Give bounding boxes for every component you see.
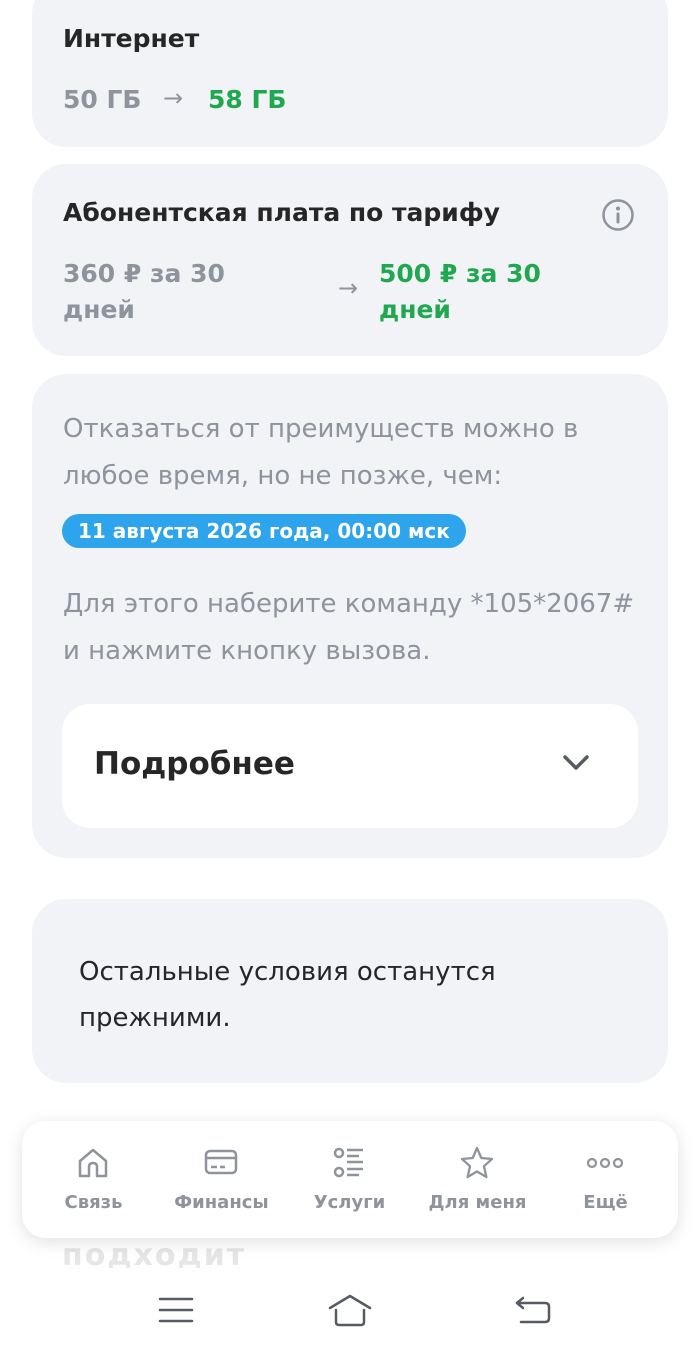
instruction-line1: Для этого наберите команду *105*2067# xyxy=(63,589,635,619)
other-conditions-line2: прежними. xyxy=(79,1003,231,1033)
fee-old-line1: 360 ₽ за 30 xyxy=(63,259,225,288)
fee-arrow-icon: → xyxy=(338,274,359,302)
fee-old-value: 360 ₽ за 30 дней xyxy=(63,256,225,328)
cancel-conditions-card: Отказаться от преимуществ можно в любое … xyxy=(32,374,668,858)
instruction-line2: и нажмите кнопку вызова. xyxy=(63,636,431,666)
star-icon xyxy=(460,1146,494,1179)
tab-label: Финансы xyxy=(174,1192,269,1213)
tab-label: Услуги xyxy=(313,1192,386,1213)
tab-eshche[interactable]: Ещё xyxy=(543,1121,668,1238)
tab-label: Ещё xyxy=(583,1192,628,1213)
internet-arrow-icon: → xyxy=(163,84,184,112)
system-navigation-bar xyxy=(0,1268,700,1350)
card-icon xyxy=(204,1149,238,1175)
cancel-line1: Отказаться от преимуществ можно в xyxy=(63,414,579,444)
fee-new-line1: 500 ₽ за 30 xyxy=(379,259,541,288)
cancel-description: Отказаться от преимуществ можно в любое … xyxy=(63,406,648,500)
other-conditions-text: Остальные условия останутся прежними. xyxy=(79,949,599,1041)
deadline-badge: 11 августа 2026 года, 00:00 мск xyxy=(62,514,466,548)
tab-uslugi[interactable]: Услуги xyxy=(287,1121,412,1238)
internet-title: Интернет xyxy=(63,24,200,53)
home-icon xyxy=(78,1148,108,1178)
more-dots-icon xyxy=(587,1157,623,1169)
tab-label: Для меня xyxy=(428,1192,527,1213)
more-details-label: Подробнее xyxy=(94,746,295,782)
tab-label: Связь xyxy=(64,1192,123,1213)
recent-apps-icon[interactable] xyxy=(153,1290,199,1330)
cancel-line2: любое время, но не позже, чем: xyxy=(63,461,503,491)
fee-title: Абонентская плата по тарифу xyxy=(63,198,500,227)
info-icon[interactable] xyxy=(601,198,635,232)
tab-dlya-menya[interactable]: Для меня xyxy=(415,1121,540,1238)
bottom-tab-bar: Связь Финансы Услуги Для меня Ещё xyxy=(22,1121,678,1238)
tab-finansy[interactable]: Финансы xyxy=(159,1121,284,1238)
fee-card: Абонентская плата по тарифу 360 ₽ за 30 … xyxy=(32,164,668,356)
other-conditions-line1: Остальные условия останутся xyxy=(79,957,496,987)
chevron-down-icon xyxy=(563,755,589,770)
internet-new-value: 58 ГБ xyxy=(208,85,287,114)
fee-new-line2: дней xyxy=(379,295,451,324)
fee-old-line2: дней xyxy=(63,295,135,324)
home-nav-icon[interactable] xyxy=(327,1290,373,1330)
fee-new-value: 500 ₽ за 30 дней xyxy=(379,256,541,328)
cancel-instruction: Для этого наберите команду *105*2067# и … xyxy=(63,581,648,675)
more-details-button[interactable]: Подробнее xyxy=(62,704,638,828)
services-list-icon xyxy=(333,1147,363,1178)
internet-old-value: 50 ГБ xyxy=(63,85,142,114)
other-conditions-card: Остальные условия останутся прежними. xyxy=(32,899,668,1083)
tab-svyaz[interactable]: Связь xyxy=(31,1121,156,1238)
internet-card: Интернет 50 ГБ → 58 ГБ xyxy=(32,0,668,147)
back-icon[interactable] xyxy=(509,1290,555,1330)
